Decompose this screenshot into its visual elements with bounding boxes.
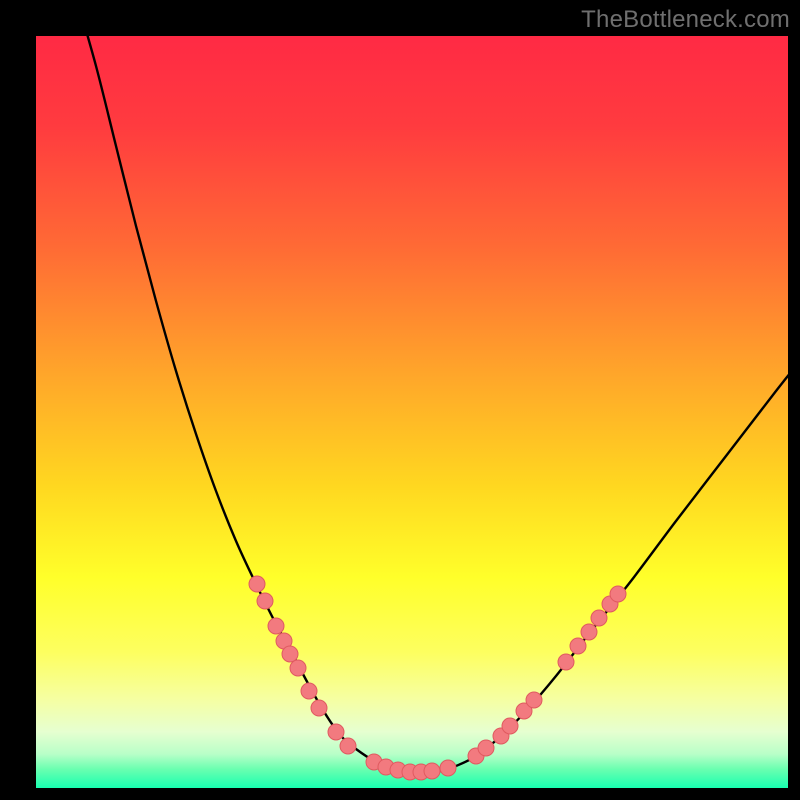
curve-marker <box>570 638 586 654</box>
curve-marker <box>440 760 456 776</box>
curve-marker <box>526 692 542 708</box>
plot-area <box>36 36 788 788</box>
curve-marker <box>301 683 317 699</box>
watermark-text: TheBottleneck.com <box>581 6 790 34</box>
curve-marker <box>328 724 344 740</box>
curve-marker <box>282 646 298 662</box>
curve-marker <box>257 593 273 609</box>
curve-marker <box>249 576 265 592</box>
curve-marker <box>591 610 607 626</box>
curve-marker <box>581 624 597 640</box>
frame: TheBottleneck.com <box>0 0 800 800</box>
curve-marker <box>340 738 356 754</box>
curve-marker <box>610 586 626 602</box>
curve-marker <box>290 660 306 676</box>
curve-marker <box>502 718 518 734</box>
curve-marker <box>478 740 494 756</box>
curve-marker <box>268 618 284 634</box>
curve-marker <box>424 763 440 779</box>
curve-marker <box>558 654 574 670</box>
bottleneck-curve <box>76 36 788 772</box>
curve-layer <box>36 36 788 788</box>
curve-marker <box>311 700 327 716</box>
